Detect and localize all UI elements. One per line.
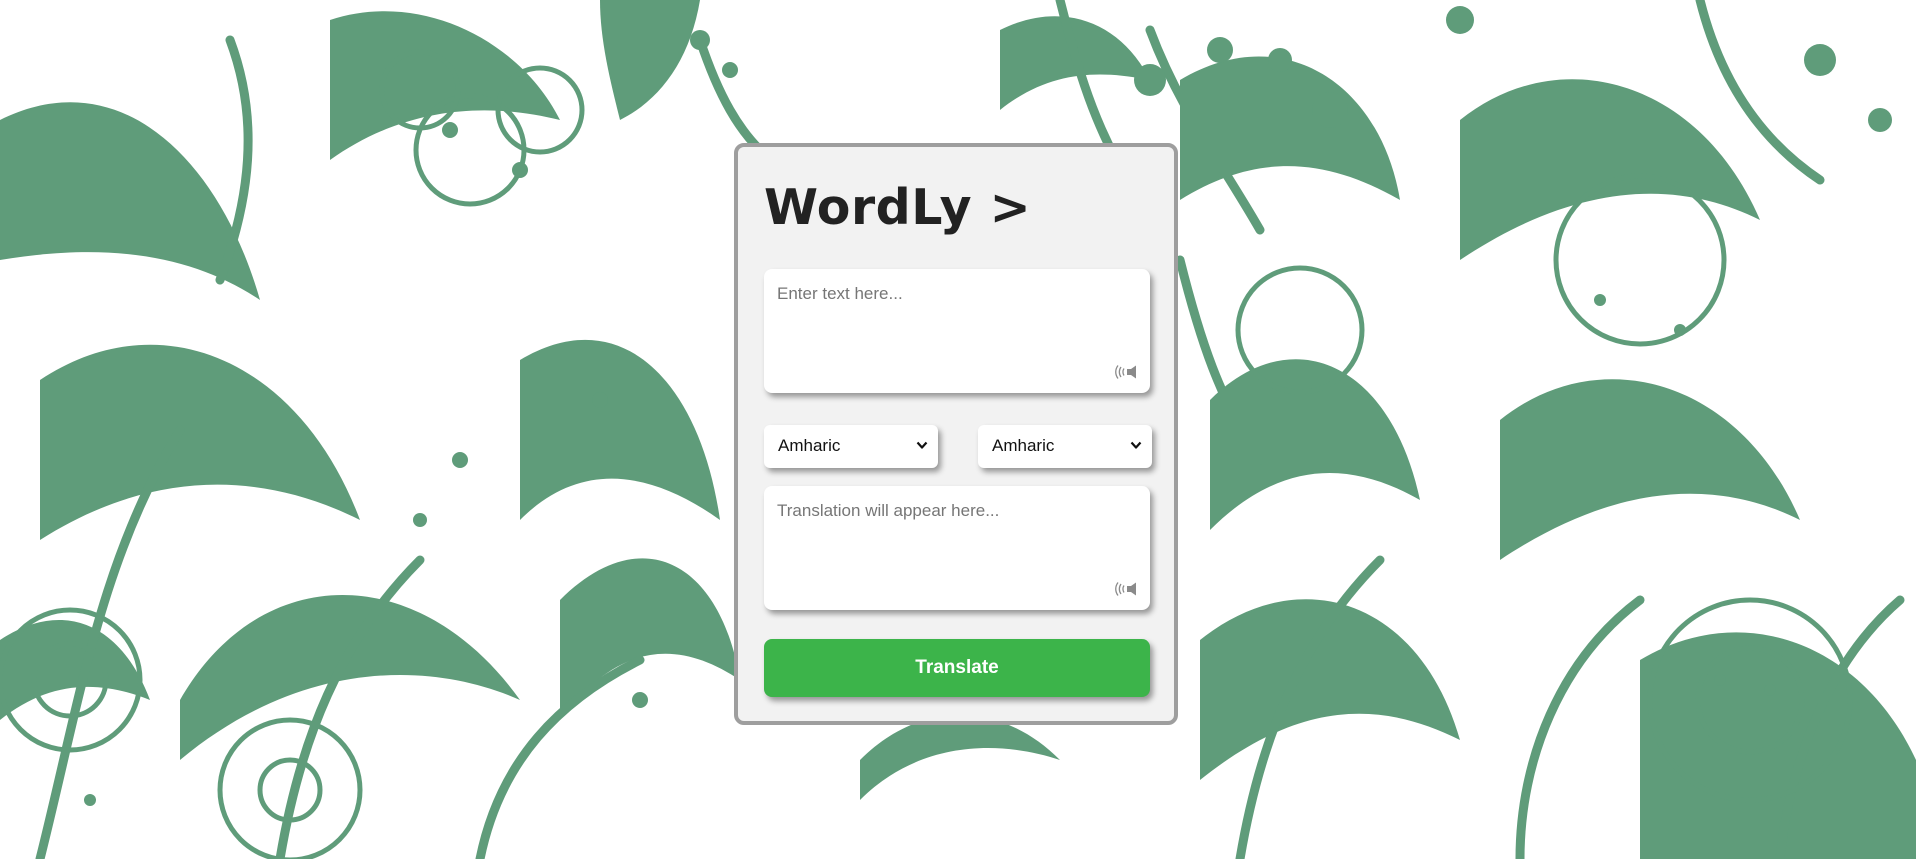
source-text-box [764, 269, 1150, 393]
speaker-icon[interactable] [1114, 581, 1138, 597]
translation-output[interactable] [764, 486, 1150, 610]
chevron-down-icon [916, 441, 928, 449]
app-title: WordLy > [764, 179, 1032, 236]
target-language-select[interactable]: Amharic [978, 425, 1152, 468]
speaker-icon[interactable] [1114, 364, 1138, 380]
source-language-select[interactable]: Amharic [764, 425, 938, 468]
translator-card: WordLy > Amharic Amharic [734, 143, 1178, 725]
source-language-value: Amharic [778, 436, 841, 455]
translation-text-box [764, 486, 1150, 610]
chevron-down-icon [1130, 441, 1142, 449]
translate-button[interactable]: Translate [764, 639, 1150, 697]
app-page: WordLy > Amharic Amharic [0, 0, 1916, 859]
target-language-value: Amharic [992, 436, 1055, 455]
source-text-input[interactable] [764, 269, 1150, 393]
